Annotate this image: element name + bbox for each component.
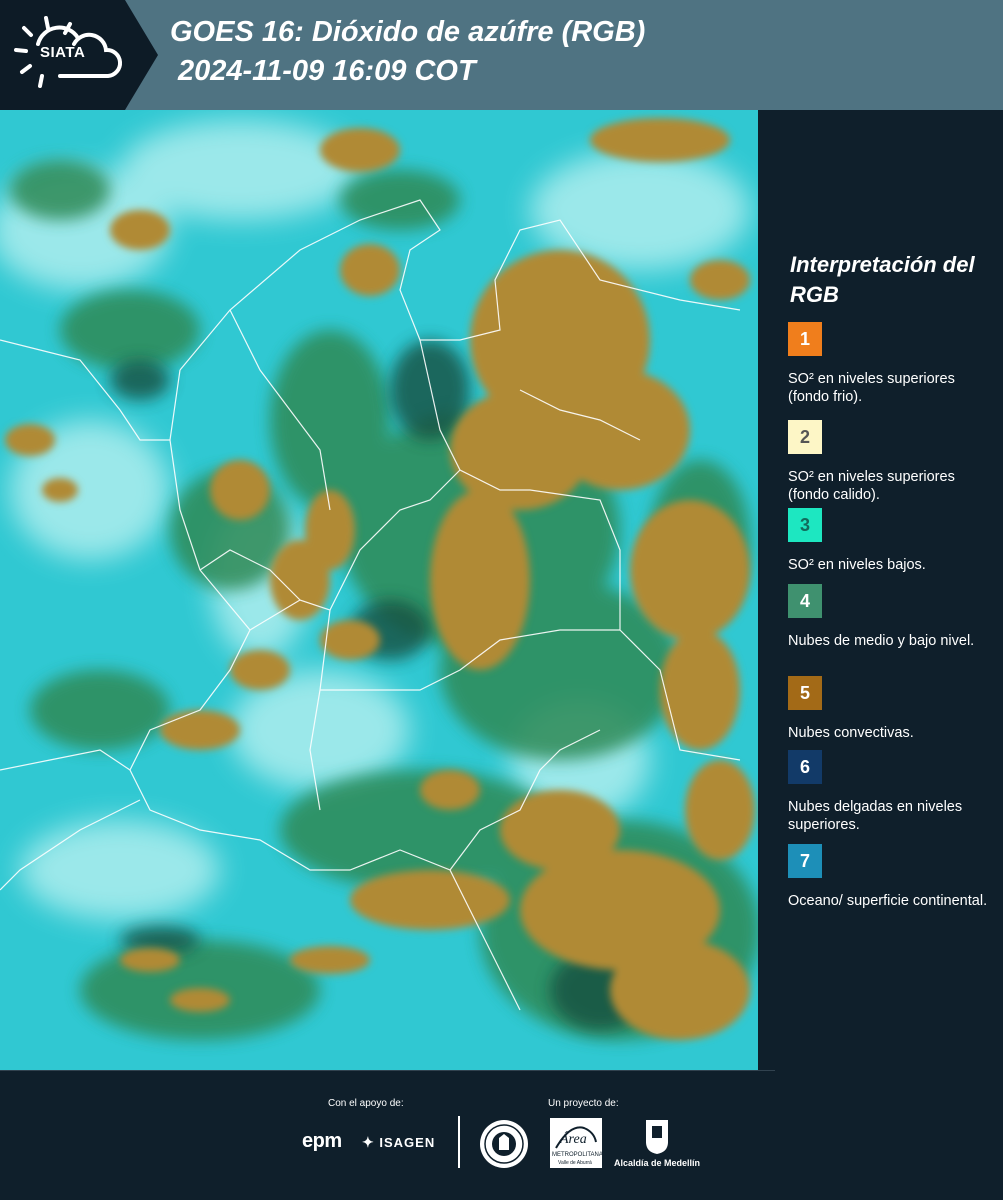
legend-item-3: 3 SO² en niveles bajos. [788, 508, 993, 574]
isagen-logo-text: ISAGEN [379, 1135, 436, 1150]
legend-title: Interpretación del RGB [790, 252, 975, 307]
alcaldia-label: Alcaldía de Medellín [614, 1158, 701, 1168]
legend-item-5: 5 Nubes convectivas. [788, 676, 993, 742]
area-logo-sub2: Valle de Aburrá [558, 1160, 592, 1166]
legend-swatch: 3 [788, 508, 822, 542]
isagen-logo[interactable]: ✦ ISAGEN [362, 1134, 435, 1151]
legend-swatch: 5 [788, 676, 822, 710]
legend-swatch: 7 [788, 844, 822, 878]
area-logo-text: Área [560, 1132, 587, 1147]
satellite-map[interactable] [0, 110, 758, 1070]
alcaldia-shield-icon[interactable] [644, 1118, 670, 1156]
legend-item-2: 2 SO² en niveles superiores (fondo calid… [788, 420, 993, 504]
siata-logo-text: SIATA [40, 44, 86, 61]
legend-swatch: 4 [788, 584, 822, 618]
legend-label: Nubes delgadas en niveles superiores. [788, 799, 963, 833]
logo-divider [458, 1116, 460, 1168]
header-bar: SIATA GOES 16: Dióxido de azúfre (RGB) 2… [0, 0, 1003, 110]
area-metropolitana-logo[interactable]: Área METROPOLITANA Valle de Aburrá [550, 1118, 603, 1173]
legend-item-7: 7 Oceano/ superficie continental. [788, 844, 993, 910]
legend-item-6: 6 Nubes delgadas en niveles superiores. [788, 750, 993, 834]
epm-logo[interactable]: epm [302, 1130, 342, 1153]
project-label: Un proyecto de: [548, 1098, 619, 1109]
legend-label: Oceano/ superficie continental. [788, 893, 988, 909]
legend-label: SO² en niveles superiores (fondo frio). [788, 371, 955, 405]
legend-label: SO² en niveles superiores (fondo calido)… [788, 469, 955, 503]
legend-swatch: 1 [788, 322, 822, 356]
timestamp: 2024-11-09 16:09 COT [178, 55, 476, 87]
siata-logo[interactable]: SIATA [0, 0, 158, 110]
legend-swatch: 2 [788, 420, 822, 454]
legend-label: Nubes de medio y bajo nivel. [788, 633, 975, 649]
area-logo-sub1: METROPOLITANA [552, 1152, 603, 1158]
rgb-composite-image [0, 110, 758, 1070]
legend-label: Nubes convectivas. [788, 725, 914, 741]
legend-item-1: 1 SO² en niveles superiores (fondo frio)… [788, 322, 993, 406]
legend-swatch: 6 [788, 750, 822, 784]
legend-panel: Interpretación del RGB 1 SO² en niveles … [758, 110, 1003, 1070]
university-seal-icon[interactable] [478, 1118, 530, 1170]
page-title: GOES 16: Dióxido de azúfre (RGB) [170, 16, 646, 48]
support-label: Con el apoyo de: [328, 1098, 404, 1109]
isagen-star-icon: ✦ [362, 1134, 375, 1150]
footer-divider [0, 1070, 775, 1071]
legend-item-4: 4 Nubes de medio y bajo nivel. [788, 584, 993, 650]
footer: Con el apoyo de: Un proyecto de: epm ✦ I… [0, 1070, 1003, 1200]
legend-label: SO² en niveles bajos. [788, 557, 926, 573]
